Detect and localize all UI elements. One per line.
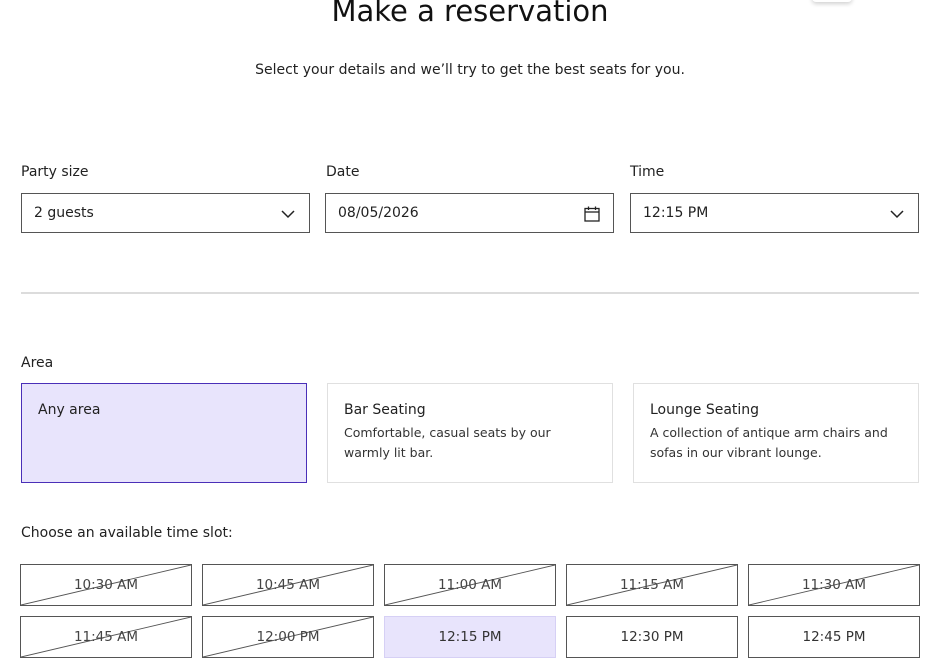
time-slot[interactable]: 12:45 PM: [748, 616, 920, 658]
date-field[interactable]: 08/05/2026: [325, 193, 614, 233]
time-slot-label: Choose an available time slot:: [21, 525, 233, 541]
time-select[interactable]: 12:15 PM: [630, 193, 919, 233]
area-option-description: Comfortable, casual seats by our warmly …: [344, 425, 551, 460]
time-slot-label: 12:30 PM: [620, 629, 684, 645]
time-slot: 10:30 AM: [20, 564, 192, 606]
time-slot: 12:00 PM: [202, 616, 374, 658]
section-divider: [21, 292, 919, 294]
time-label: Time: [630, 164, 665, 180]
calendar-icon[interactable]: [583, 205, 601, 223]
page-subtitle: Select your details and we’ll try to get…: [255, 62, 685, 78]
date-value: 08/05/2026: [338, 205, 419, 221]
time-slot-label: 12:00 PM: [256, 629, 320, 645]
area-option-bar-seating[interactable]: Bar Seating Comfortable, casual seats by…: [327, 383, 613, 483]
area-option-description: A collection of antique arm chairs and s…: [650, 425, 888, 460]
area-option-any[interactable]: Any area: [21, 383, 307, 483]
time-slot: 11:30 AM: [748, 564, 920, 606]
area-option-lounge-seating[interactable]: Lounge Seating A collection of antique a…: [633, 383, 919, 483]
chevron-down-icon: [890, 210, 904, 219]
time-slot-label: 10:30 AM: [73, 577, 139, 593]
area-option-name: Bar Seating: [344, 402, 426, 418]
date-label: Date: [326, 164, 360, 180]
time-slot-label: 11:00 AM: [437, 577, 503, 593]
time-value: 12:15 PM: [643, 205, 709, 221]
time-slot-label: 11:15 AM: [619, 577, 685, 593]
time-slot: 11:00 AM: [384, 564, 556, 606]
time-slot-label: 12:15 PM: [438, 629, 502, 645]
time-slot: 11:15 AM: [566, 564, 738, 606]
area-option-name: Lounge Seating: [650, 402, 760, 418]
time-slot[interactable]: 12:30 PM: [566, 616, 738, 658]
page-title: Make a reservation: [331, 0, 609, 28]
time-slot: 10:45 AM: [202, 564, 374, 606]
time-slot-label: 12:45 PM: [802, 629, 866, 645]
party-size-select[interactable]: 2 guests: [21, 193, 310, 233]
time-slot-label: 11:45 AM: [73, 629, 139, 645]
chevron-down-icon: [281, 210, 295, 219]
party-size-label: Party size: [21, 164, 89, 180]
time-slot-label: 11:30 AM: [801, 577, 867, 593]
time-slot: 11:45 AM: [20, 616, 192, 658]
area-option-name: Any area: [38, 402, 101, 418]
party-size-value: 2 guests: [34, 205, 94, 221]
time-slot-label: 10:45 AM: [255, 577, 321, 593]
time-slot[interactable]: 12:15 PM: [384, 616, 556, 658]
area-label: Area: [21, 355, 54, 371]
